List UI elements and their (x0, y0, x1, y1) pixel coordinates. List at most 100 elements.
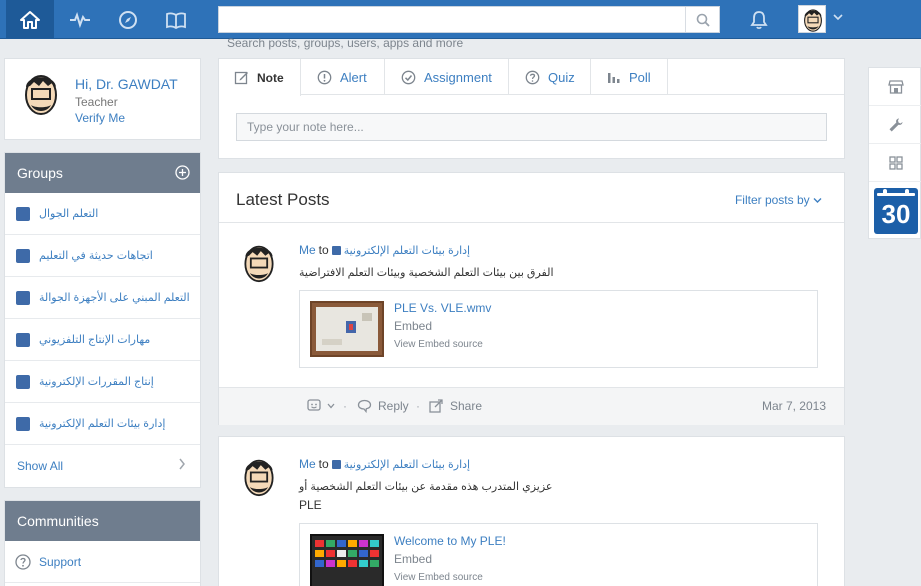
separator-dot: · (343, 399, 347, 413)
post-group-link[interactable]: إدارة بيئات التعلم الإلكترونية (344, 459, 470, 471)
tab-poll[interactable]: Poll (591, 59, 668, 95)
tab-alert[interactable]: Alert (301, 59, 385, 95)
reaction-button[interactable] (307, 399, 335, 413)
group-label: اتجاهات حديثة في التعليم (39, 250, 153, 262)
group-label: إنتاج المقررات الإلكترونية (39, 376, 154, 388)
search-button[interactable] (685, 7, 719, 32)
greeting: Hi, Dr. GAWDAT (75, 76, 178, 92)
latest-posts-panel: Latest Posts Filter posts by Me to إدارة ب… (218, 172, 845, 425)
reply-label: Reply (378, 399, 409, 413)
post-group-link[interactable]: إدارة بيئات التعلم الإلكترونية (344, 245, 470, 257)
help-icon (15, 554, 31, 570)
discover-button[interactable] (104, 0, 152, 39)
tab-label: Quiz (548, 69, 575, 85)
communities-title: Communities (17, 513, 99, 529)
embed-card[interactable]: PLE Vs. VLE.wmv Embed View Embed source (299, 290, 818, 368)
pulse-icon (70, 11, 90, 28)
home-icon (20, 10, 40, 29)
tools-button[interactable] (869, 106, 921, 144)
embed-title[interactable]: PLE Vs. VLE.wmv (394, 301, 491, 315)
composer-tabs: Note Alert Assignment Quiz Poll (219, 59, 844, 96)
check-circle-icon (401, 70, 416, 84)
group-item[interactable]: مهارات الإنتاج التلفزيوني (5, 319, 200, 361)
chevron-down-icon (327, 403, 335, 409)
activity-button[interactable] (56, 0, 104, 39)
reaction-icon (307, 399, 321, 411)
calendar-button[interactable]: 30 (874, 188, 918, 234)
show-all-groups[interactable]: Show All (5, 445, 200, 486)
post-to: to (318, 243, 329, 257)
post-author[interactable]: Me (299, 243, 316, 257)
tab-label: Note (257, 70, 284, 85)
posts-header: Latest Posts Filter posts by (219, 173, 844, 223)
post-to: to (318, 457, 329, 471)
verify-link[interactable]: Verify Me (75, 111, 125, 125)
embed-title[interactable]: Welcome to My PLE! (394, 534, 506, 548)
group-item[interactable]: التعلم المبني على الأجهزة الجوالة (5, 277, 200, 319)
separator-dot: · (416, 399, 420, 413)
embed-kind: Embed (394, 552, 433, 566)
groups-panel: Groups التعلم الجوال اتجاهات حديثة في ال… (4, 152, 201, 488)
chevron-down-icon[interactable] (833, 13, 843, 21)
tab-note[interactable]: Note (219, 59, 301, 96)
compass-icon (119, 10, 137, 29)
search-input[interactable] (219, 7, 685, 32)
tab-label: Assignment (424, 69, 492, 85)
edit-note-icon (234, 71, 248, 85)
communities-panel: Communities Support (4, 500, 201, 586)
communities-header: Communities (5, 501, 200, 541)
group-color-square (16, 291, 30, 305)
search-box (218, 6, 720, 33)
top-navbar (0, 0, 921, 39)
tab-label: Alert (340, 69, 367, 85)
tab-assignment[interactable]: Assignment (385, 59, 509, 95)
notifications-button[interactable] (744, 0, 774, 39)
group-color-square (16, 417, 30, 431)
reply-icon (357, 399, 372, 413)
search-hint: Search posts, groups, users, apps and mo… (227, 36, 464, 50)
home-button[interactable] (6, 0, 54, 39)
groups-title: Groups (17, 165, 63, 181)
note-input[interactable]: Type your note here... (236, 113, 827, 141)
avatar (244, 245, 274, 283)
embed-source-link[interactable]: View Embed source (394, 572, 483, 583)
post-item: Me to إدارة بيئات التعلم الإلكترونية عزيزي… (218, 436, 845, 586)
grid-icon (888, 155, 903, 170)
wrench-icon (889, 118, 902, 131)
user-avatar-menu[interactable] (798, 5, 826, 33)
post-author[interactable]: Me (299, 457, 316, 471)
group-color-square (331, 246, 341, 255)
group-label: إدارة بيئات التعلم الإلكترونية (39, 418, 166, 430)
tab-quiz[interactable]: Quiz (509, 59, 591, 95)
search-icon (696, 13, 710, 27)
embed-source-link[interactable]: View Embed source (394, 339, 483, 350)
embed-card[interactable]: Welcome to My PLE! Embed View Embed sour… (299, 523, 818, 586)
post-meta: Me to إدارة بيئات التعلم الإلكترونية (299, 243, 470, 257)
group-color-square (331, 460, 341, 469)
alert-icon (317, 70, 332, 84)
avatar (244, 459, 274, 497)
apps-button[interactable] (869, 144, 921, 182)
share-button[interactable]: Share (429, 399, 482, 413)
store-button[interactable] (869, 68, 921, 106)
post-text: عزيزي المتدرب هذه مقدمة عن بيئات التعلم … (299, 481, 553, 493)
group-item[interactable]: إدارة بيئات التعلم الإلكترونية (5, 403, 200, 445)
group-item[interactable]: التعلم الجوال (5, 193, 200, 235)
chevron-down-icon (813, 198, 822, 203)
group-label: مهارات الإنتاج التلفزيوني (39, 334, 151, 346)
post-text: الفرق بين بيئات التعلم الشخصية وبيئات ال… (299, 267, 554, 279)
group-item[interactable]: اتجاهات حديثة في التعليم (5, 235, 200, 277)
posts-title: Latest Posts (236, 190, 330, 209)
reply-button[interactable]: Reply (357, 399, 409, 413)
embed-thumbnail (310, 301, 384, 357)
share-label: Share (450, 399, 483, 413)
group-item[interactable]: إنتاج المقررات الإلكترونية (5, 361, 200, 403)
user-role: Teacher (75, 95, 118, 109)
filter-posts-dropdown[interactable]: Filter posts by (735, 193, 822, 207)
group-label: التعلم المبني على الأجهزة الجوالة (39, 292, 190, 304)
library-button[interactable] (152, 0, 200, 39)
community-item[interactable]: Support (5, 541, 200, 583)
video-thumbnail-image (316, 307, 378, 351)
filter-label: Filter posts by (734, 193, 810, 207)
add-group-icon[interactable] (175, 165, 190, 180)
